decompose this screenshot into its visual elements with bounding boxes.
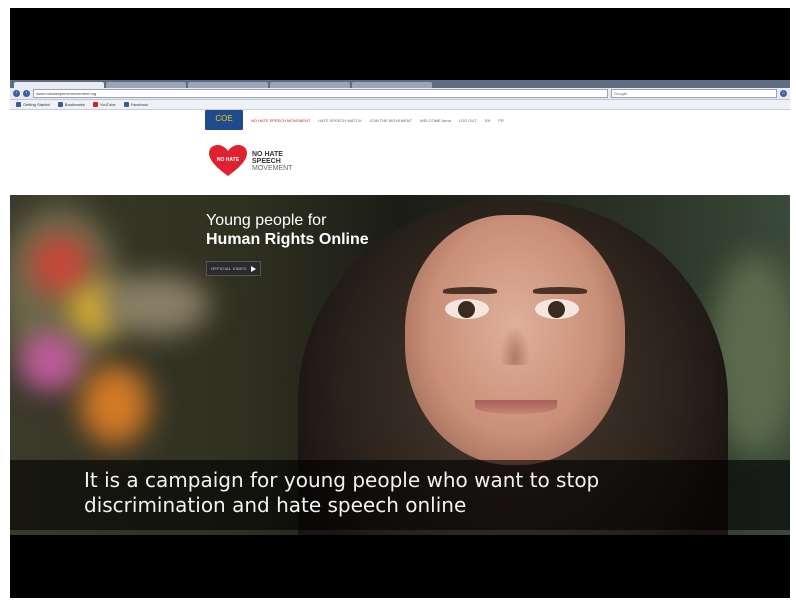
mouse-cursor-icon [360,196,366,202]
bookmark-label: Bookmarks [64,102,85,107]
back-icon[interactable]: ‹ [13,90,20,97]
home-icon[interactable]: ⌂ [780,90,787,97]
browser-tabstrip [10,80,790,88]
bookmark-item[interactable]: Getting Started [16,102,50,107]
hero-title-line: Young people for [206,212,327,229]
browser-tab-active[interactable] [14,82,104,88]
address-bar: ‹ › www.nohatespeechmovement.org Google … [10,88,790,100]
facebook-icon [57,102,63,107]
caption-line: discrimination and hate speech online [84,493,467,517]
site-top-nav: COE NO HATE SPEECH MOVEMENT HATE SPEECH … [205,109,605,131]
person-face [405,215,625,465]
youtube-icon [92,102,98,107]
council-of-europe-logo[interactable]: COE [205,110,243,130]
browser-tab[interactable] [352,82,432,88]
bookmark-icon [16,102,21,107]
brand-wordmark: NO HATE SPEECH MOVEMENT [252,151,292,172]
official-video-label: OFFICIAL VIDEO [211,266,247,271]
nav-link-join[interactable]: JOIN THE MOVEMENT [370,118,412,123]
nav-link-movement[interactable]: NO HATE SPEECH MOVEMENT [251,118,310,123]
lang-fr[interactable]: FR [498,118,503,123]
caption-line: It is a campaign for young people who wa… [84,468,600,492]
no-hate-logo[interactable]: NO HATE NO HATE SPEECH MOVEMENT [208,144,292,178]
nav-logout[interactable]: LOG OUT [459,118,477,123]
browser-tab[interactable] [188,82,268,88]
bookmark-item[interactable]: YouTube [92,102,116,107]
video-frame[interactable]: ‹ › www.nohatespeechmovement.org Google … [10,8,790,598]
bookmark-label: YouTube [99,102,116,107]
browser-tab[interactable] [106,82,186,88]
caption-text: It is a campaign for young people who wa… [84,468,599,518]
nav-welcome: WELCOME Anna [419,117,451,123]
play-icon [250,265,256,272]
brand-line: MOVEMENT [252,164,293,172]
hero-title: Young people for Human Rights Online [206,211,369,249]
brand-line: SPEECH [252,157,281,165]
facebook-icon [123,102,129,107]
lang-en[interactable]: EN [485,118,491,123]
bookmark-item[interactable]: Facebook [123,102,149,107]
subtitle-caption: It is a campaign for young people who wa… [10,460,790,530]
forward-icon[interactable]: › [23,90,30,97]
heart-icon: NO HATE [209,145,247,176]
bookmark-item[interactable]: Bookmarks [57,102,85,107]
official-video-button[interactable]: OFFICIAL VIDEO [206,261,261,276]
bookmark-label: Facebook [130,102,149,107]
bookmark-label: Getting Started [23,102,50,107]
nav-link-watch[interactable]: HATE SPEECH WATCH [318,118,361,123]
hero-title-line: Human Rights Online [206,231,369,248]
search-input[interactable]: Google [611,89,777,98]
browser-tab[interactable] [270,82,350,88]
url-input[interactable]: www.nohatespeechmovement.org [33,89,608,98]
heart-logo-text: NO HATE [217,157,240,163]
brand-line: NO HATE [252,150,283,158]
